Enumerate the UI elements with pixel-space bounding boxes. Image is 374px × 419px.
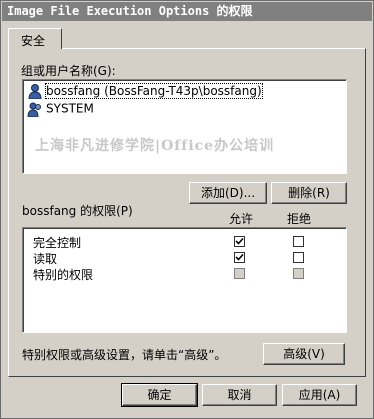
- ok-button[interactable]: 确定: [121, 383, 198, 407]
- add-button[interactable]: 添加(D)...: [189, 182, 267, 204]
- permissions-label: bossfang 的权限(P): [22, 204, 133, 218]
- ok-button-label: 确定: [147, 388, 172, 402]
- full-control-deny-checkbox[interactable]: [293, 236, 304, 247]
- apply-button[interactable]: 应用(A): [282, 384, 357, 406]
- special-deny-checkbox: [293, 268, 304, 279]
- user-item-system[interactable]: SYSTEM: [27, 101, 94, 117]
- security-panel: 组或用户名称(G): bossfang (BossFang-T43p\bossf…: [8, 48, 366, 377]
- users-list[interactable]: bossfang (BossFang-T43p\bossfang) SYSTEM…: [22, 79, 347, 174]
- permissions-dialog: Image File Execution Options 的权限 安全 组或用户…: [0, 0, 374, 419]
- perm-row-full-control: 完全控制: [33, 236, 82, 250]
- users-label: 组或用户名称(G):: [21, 64, 116, 78]
- title-bar[interactable]: Image File Execution Options 的权限: [2, 2, 372, 21]
- tab-security[interactable]: 安全: [8, 28, 62, 49]
- read-allow-checkbox[interactable]: [234, 252, 245, 263]
- window-title: Image File Execution Options 的权限: [7, 4, 253, 18]
- watermark-text: 上海非凡进修学院|Office办公培训: [35, 138, 275, 154]
- remove-button-label: 删除(R): [288, 186, 330, 200]
- advanced-button-label: 高级(V): [283, 347, 325, 361]
- cancel-button-label: 取消: [227, 388, 252, 402]
- user-name: SYSTEM: [46, 101, 94, 116]
- remove-button[interactable]: 删除(R): [271, 182, 347, 204]
- user-item-bossfang[interactable]: bossfang (BossFang-T43p\bossfang): [27, 82, 263, 99]
- tab-security-label: 安全: [21, 34, 46, 48]
- read-deny-checkbox[interactable]: [293, 252, 304, 263]
- checkmark-icon: [235, 253, 244, 261]
- allow-column-header: 允许: [229, 212, 254, 226]
- add-button-label: 添加(D)...: [200, 186, 256, 200]
- advanced-note: 特别权限或高级设置，请单击“高级”。: [22, 348, 227, 362]
- permissions-list: 完全控制 读取 特别的权限: [22, 227, 347, 333]
- cancel-button[interactable]: 取消: [202, 384, 277, 406]
- checkmark-icon: [235, 237, 244, 245]
- user-icon: [28, 84, 42, 99]
- advanced-button[interactable]: 高级(V): [263, 343, 345, 365]
- apply-button-label: 应用(A): [298, 388, 341, 402]
- user-name: bossfang (BossFang-T43p\bossfang): [45, 82, 263, 99]
- perm-row-special: 特别的权限: [33, 268, 94, 282]
- perm-row-read: 读取: [33, 252, 58, 266]
- special-allow-checkbox: [234, 268, 245, 279]
- deny-column-header: 拒绝: [287, 212, 312, 226]
- full-control-allow-checkbox[interactable]: [234, 236, 245, 247]
- group-icon: [27, 102, 41, 117]
